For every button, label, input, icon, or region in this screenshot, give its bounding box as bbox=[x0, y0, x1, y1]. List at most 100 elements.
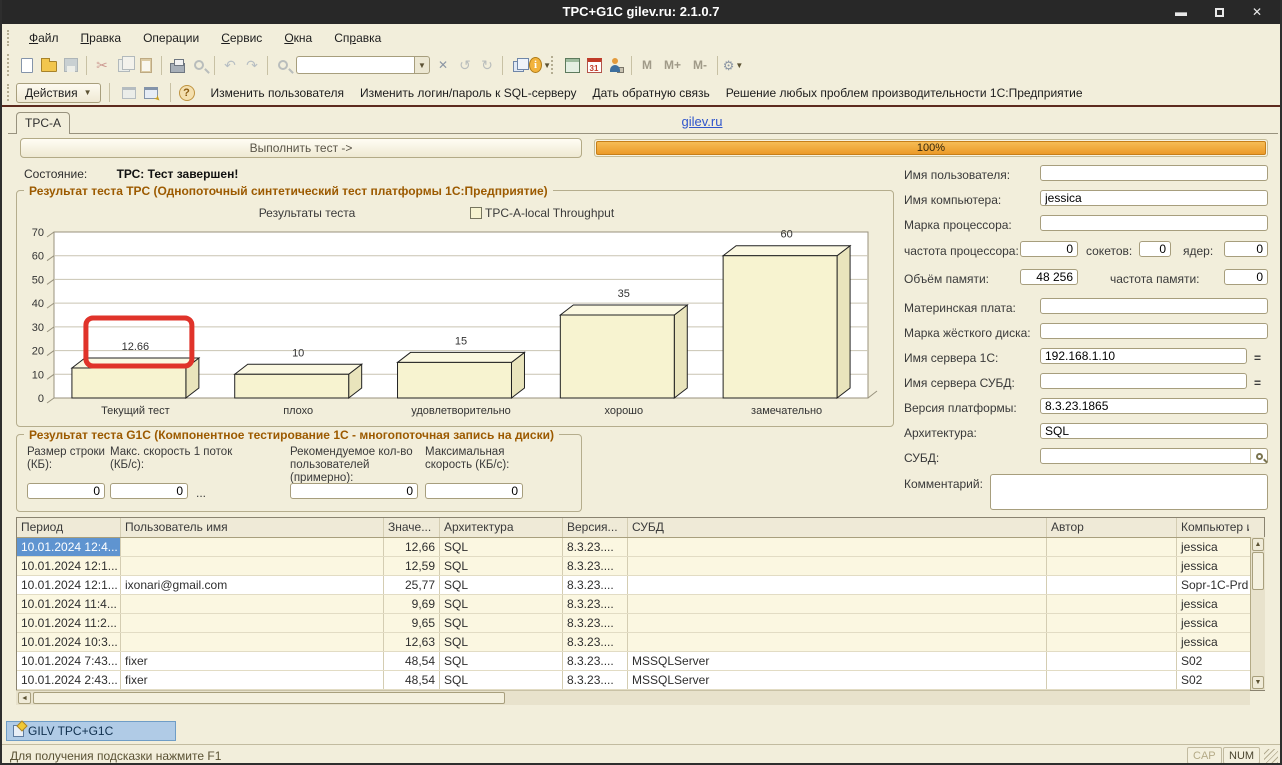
gilev-ru-link[interactable]: gilev.ru bbox=[642, 114, 762, 129]
dbms-field[interactable] bbox=[1040, 448, 1268, 464]
maximize-button[interactable] bbox=[1204, 0, 1234, 24]
save-button[interactable] bbox=[60, 54, 82, 76]
server-1c-field[interactable] bbox=[1040, 348, 1247, 364]
redo-icon: ↷ bbox=[246, 58, 258, 72]
change-sql-login-link[interactable]: Изменить логин/пароль к SQL-серверу bbox=[352, 86, 585, 100]
column-header-computer[interactable]: Компьютер им bbox=[1177, 518, 1249, 537]
ram-field[interactable] bbox=[1020, 269, 1078, 285]
scroll-left-arrow[interactable]: ◄ bbox=[18, 692, 31, 704]
window-tab-gilv[interactable]: GILV TPC+G1C bbox=[6, 721, 176, 741]
column-header-arch[interactable]: Архитектура bbox=[440, 518, 563, 537]
run-test-button[interactable]: Выполнить тест -> bbox=[20, 138, 582, 158]
cores-field[interactable] bbox=[1224, 241, 1268, 257]
sockets-field[interactable] bbox=[1139, 241, 1171, 257]
dbms-select-button[interactable] bbox=[1250, 449, 1267, 463]
scroll-down-arrow[interactable]: ▼ bbox=[1252, 676, 1264, 689]
table-row[interactable]: 10.01.2024 10:3...12,63SQL8.3.23....jess… bbox=[17, 633, 1264, 652]
column-header-value[interactable]: Значе... bbox=[384, 518, 440, 537]
toolbar-grip[interactable] bbox=[7, 84, 9, 101]
find-button[interactable] bbox=[272, 54, 294, 76]
cut-button[interactable]: ✂ bbox=[91, 54, 113, 76]
clear-search-button[interactable]: ✕ bbox=[432, 54, 454, 76]
column-header-author[interactable]: Автор bbox=[1047, 518, 1177, 537]
column-header-dbms[interactable]: СУБД bbox=[628, 518, 1047, 537]
copy-windows-button[interactable] bbox=[507, 54, 529, 76]
new-document-button[interactable] bbox=[16, 54, 38, 76]
server-dbms-label: Имя сервера СУБД: bbox=[904, 376, 1015, 390]
server-dbms-field[interactable] bbox=[1040, 373, 1247, 389]
comment-field[interactable] bbox=[990, 474, 1268, 510]
motherboard-field[interactable] bbox=[1040, 298, 1268, 314]
service-settings-button[interactable]: ⚙▼ bbox=[722, 54, 744, 76]
feedback-link[interactable]: Дать обратную связь bbox=[585, 86, 718, 100]
open-button[interactable] bbox=[38, 54, 60, 76]
max-speed-field[interactable] bbox=[425, 483, 523, 499]
search-dropdown-button[interactable]: ▼ bbox=[414, 56, 430, 74]
save-list-button[interactable] bbox=[118, 82, 140, 104]
calculator-button[interactable] bbox=[561, 54, 583, 76]
toolbar-grip[interactable] bbox=[551, 56, 553, 74]
output-list-button[interactable] bbox=[140, 82, 162, 104]
scroll-up-arrow[interactable]: ▲ bbox=[1252, 538, 1264, 551]
calendar-button[interactable]: 31 bbox=[583, 54, 605, 76]
menu-windows[interactable]: Окна bbox=[273, 28, 323, 48]
copy-button[interactable] bbox=[113, 54, 135, 76]
max-speed-1-field[interactable] bbox=[110, 483, 188, 499]
menu-operations[interactable]: Операции bbox=[132, 28, 210, 48]
change-user-link[interactable]: Изменить пользователя bbox=[203, 86, 352, 100]
user-name-field[interactable] bbox=[1040, 165, 1268, 181]
menu-file[interactable]: Файл bbox=[18, 28, 70, 48]
cpu-freq-field[interactable] bbox=[1020, 241, 1078, 257]
resize-grip[interactable] bbox=[1264, 749, 1278, 763]
table-row[interactable]: 10.01.2024 7:43...fixer48,54SQL8.3.23...… bbox=[17, 652, 1264, 671]
toolbar-grip[interactable] bbox=[7, 30, 9, 46]
platform-field[interactable] bbox=[1040, 398, 1268, 414]
table-row[interactable]: 10.01.2024 12:4...12,66SQL8.3.23....jess… bbox=[17, 538, 1264, 557]
help-icon[interactable]: ? bbox=[179, 85, 195, 101]
table-row[interactable]: 10.01.2024 2:43...fixer48,54SQL8.3.23...… bbox=[17, 671, 1264, 690]
find-next-button[interactable]: ↻ bbox=[476, 54, 498, 76]
print-button[interactable] bbox=[166, 54, 188, 76]
toolbar-grip[interactable] bbox=[7, 54, 9, 76]
column-header-user[interactable]: Пользователь имя bbox=[121, 518, 384, 537]
actions-menu-button[interactable]: Действия▼ bbox=[16, 83, 101, 103]
cpu-brand-field[interactable] bbox=[1040, 215, 1268, 231]
chevron-down-icon: ▼ bbox=[543, 61, 551, 70]
minimize-button[interactable]: ▬ bbox=[1166, 0, 1196, 24]
ram-freq-field[interactable] bbox=[1224, 269, 1268, 285]
tab-tpc-a[interactable]: TPC-A bbox=[16, 112, 70, 134]
menu-edit[interactable]: Правка bbox=[70, 28, 133, 48]
chevron-down-icon: ▼ bbox=[84, 88, 92, 97]
table-row[interactable]: 10.01.2024 12:1...ixonari@gmail.com25,77… bbox=[17, 576, 1264, 595]
find-previous-button[interactable]: ↺ bbox=[454, 54, 476, 76]
undo-button[interactable]: ↶ bbox=[219, 54, 241, 76]
computer-name-field[interactable] bbox=[1040, 190, 1268, 206]
paste-button[interactable] bbox=[135, 54, 157, 76]
memory-plus-button[interactable]: M+ bbox=[658, 58, 687, 72]
rec-users-field[interactable] bbox=[290, 483, 418, 499]
search-input[interactable] bbox=[296, 56, 414, 74]
hdd-field[interactable] bbox=[1040, 323, 1268, 339]
redo-button[interactable]: ↷ bbox=[241, 54, 263, 76]
print-preview-button[interactable] bbox=[188, 54, 210, 76]
table-row[interactable]: 10.01.2024 11:4...9,69SQL8.3.23....jessi… bbox=[17, 595, 1264, 614]
column-header-period[interactable]: Период bbox=[17, 518, 121, 537]
performance-solutions-link[interactable]: Решение любых проблем производительности… bbox=[718, 86, 1091, 100]
memory-minus-button[interactable]: M- bbox=[687, 58, 713, 72]
table-row[interactable]: 10.01.2024 11:2...9,65SQL8.3.23....jessi… bbox=[17, 614, 1264, 633]
change-user-button[interactable] bbox=[605, 54, 627, 76]
tpc-group-title: Результат теста TPC (Однопоточный синтет… bbox=[24, 184, 553, 198]
horizontal-scroll-thumb[interactable] bbox=[33, 692, 505, 704]
memory-recall-button[interactable]: M bbox=[636, 58, 658, 72]
horizontal-scrollbar[interactable]: ◄ bbox=[16, 690, 1250, 705]
vertical-scroll-thumb[interactable] bbox=[1252, 552, 1264, 590]
info-button[interactable]: i▼ bbox=[529, 54, 551, 76]
row-size-field[interactable] bbox=[27, 483, 105, 499]
arch-field[interactable] bbox=[1040, 423, 1268, 439]
close-button[interactable]: ✕ bbox=[1242, 0, 1272, 24]
menu-help[interactable]: Справка bbox=[323, 28, 392, 48]
column-header-version[interactable]: Версия... bbox=[563, 518, 628, 537]
menu-service[interactable]: Сервис bbox=[210, 28, 273, 48]
table-row[interactable]: 10.01.2024 12:1...12,59SQL8.3.23....jess… bbox=[17, 557, 1264, 576]
vertical-scrollbar[interactable]: ▲ ▼ bbox=[1250, 537, 1265, 690]
